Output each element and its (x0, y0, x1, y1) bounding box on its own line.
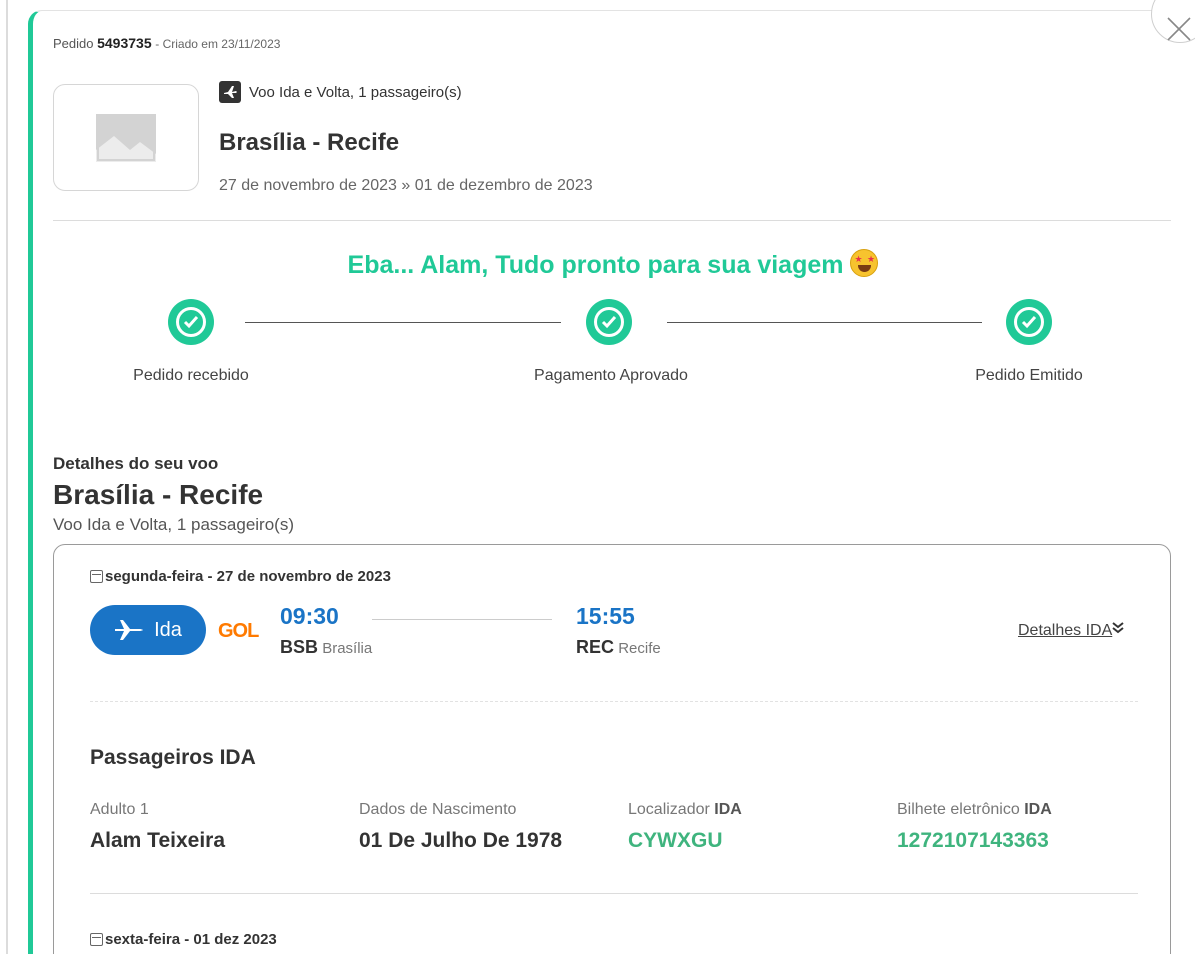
outbound-date-text: segunda-feira - 27 de novembro de 2023 (105, 568, 391, 585)
window-edge (6, 0, 8, 954)
locator-value: CYWXGU (628, 829, 723, 852)
flight-details-box: segunda-feira - 27 de novembro de 2023 I… (53, 544, 1171, 954)
trip-route-title: Brasília - Recife (219, 129, 400, 156)
divider (53, 220, 1171, 221)
arrival-code: REC (576, 637, 615, 657)
details-route: Brasília - Recife (53, 479, 264, 510)
outbound-details-link-label: Detalhes IDA (1018, 622, 1113, 639)
order-prefix: Pedido (53, 36, 94, 51)
step-label-payment: Pagamento Aprovado (534, 367, 688, 384)
step-check-icon (168, 299, 214, 345)
details-subtitle: Voo Ida e Volta, 1 passageiro(s) (53, 515, 294, 534)
calendar-icon (90, 933, 103, 946)
step-connector (245, 322, 561, 323)
airline-logo: GOL (218, 620, 259, 642)
trip-type-label: Voo Ida e Volta, 1 passageiro(s) (249, 83, 462, 101)
step-label-received: Pedido recebido (133, 367, 249, 384)
flight-path-line (372, 619, 552, 620)
divider (90, 893, 1138, 894)
departure-code: BSB (280, 637, 319, 657)
order-header: Pedido 5493735 - Criado em 23/11/2023 (53, 35, 280, 51)
double-chevron-down-icon (1112, 622, 1124, 634)
return-date: sexta-feira - 01 dez 2023 (90, 931, 277, 948)
departure-time: 09:30 (280, 603, 339, 629)
birth-date-col: Dados de Nascimento 01 De Julho De 1978 (359, 801, 562, 853)
arrival-city: Recife (618, 640, 661, 657)
step-label-issued: Pedido Emitido (975, 367, 1083, 384)
arrival-airport: REC Recife (576, 637, 661, 658)
close-button[interactable] (1151, 0, 1195, 43)
order-card: Pedido 5493735 - Criado em 23/11/2023 Vo… (28, 0, 1195, 954)
outbound-direction-label: Ida (154, 618, 182, 641)
outbound-date: segunda-feira - 27 de novembro de 2023 (90, 568, 391, 585)
outbound-direction-button[interactable]: Ida (90, 605, 206, 655)
passenger-label: Adulto 1 (90, 801, 149, 818)
passenger-name: Alam Teixeira (90, 829, 226, 852)
success-message: Eba... Alam, Tudo pronto para sua viagem (33, 249, 1193, 280)
locator-label: Localizador IDA (628, 801, 742, 818)
birth-date-label: Dados de Nascimento (359, 801, 517, 818)
eticket-col: Bilhete eletrônico IDA 1272107143363 (897, 801, 1052, 853)
outbound-details-link[interactable]: Detalhes IDA (1018, 622, 1124, 640)
airplane-icon (115, 620, 144, 640)
eticket-value: 1272107143363 (897, 829, 1049, 852)
calendar-icon (90, 570, 103, 583)
dashed-divider (90, 701, 1138, 702)
step-connector (667, 322, 982, 323)
passengers-title: Passageiros IDA (90, 746, 256, 769)
birth-date-value: 01 De Julho De 1978 (359, 829, 563, 852)
star-struck-emoji-icon (850, 249, 879, 277)
close-icon (1167, 17, 1191, 41)
image-placeholder-icon (96, 113, 156, 162)
order-created-date: - Criado em 23/11/2023 (155, 37, 281, 51)
details-heading: Detalhes do seu voo (53, 454, 219, 473)
success-message-text: Eba... Alam, Tudo pronto para sua viagem (347, 251, 844, 279)
step-check-icon (586, 299, 632, 345)
eticket-label: Bilhete eletrônico IDA (897, 801, 1052, 818)
departure-airport: BSB Brasília (280, 637, 372, 658)
order-number: 5493735 (97, 35, 152, 51)
trip-dates: 27 de novembro de 2023 » 01 de dezembro … (219, 177, 593, 194)
locator-col: Localizador IDA CYWXGU (628, 801, 742, 853)
return-date-text: sexta-feira - 01 dez 2023 (105, 931, 277, 948)
departure-city: Brasília (322, 640, 373, 657)
airplane-icon (219, 81, 241, 103)
trip-thumbnail (53, 84, 199, 191)
trip-type: Voo Ida e Volta, 1 passageiro(s) (219, 81, 462, 103)
passenger-name-col: Adulto 1 Alam Teixeira (90, 801, 225, 853)
arrival-time: 15:55 (576, 603, 635, 629)
step-check-icon (1006, 299, 1052, 345)
